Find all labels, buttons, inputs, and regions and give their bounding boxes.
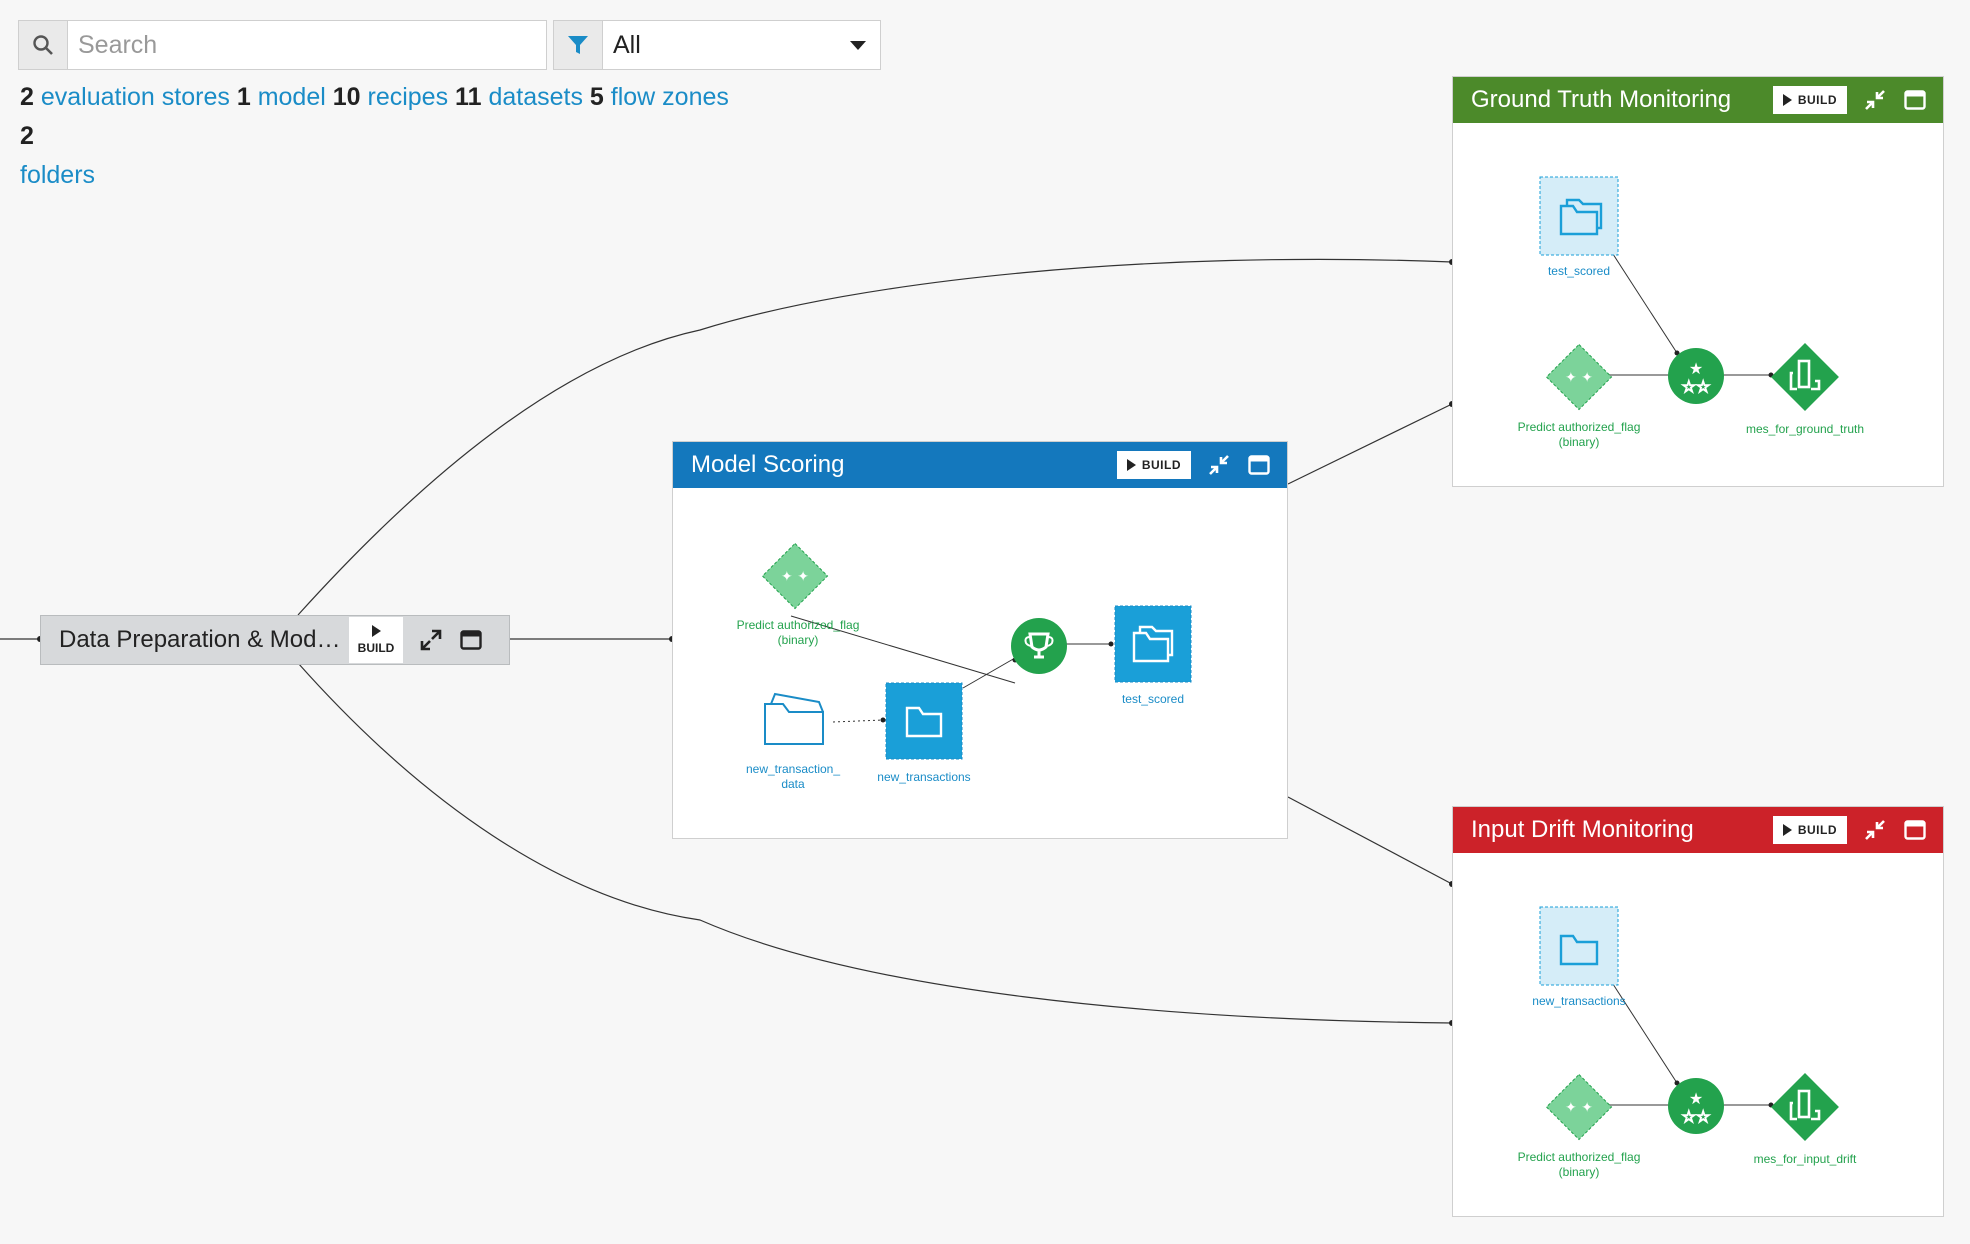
svg-text:★: ★ <box>1689 359 1703 378</box>
node-label: Predict authorized_flag (binary) <box>736 618 860 647</box>
folder-icon[interactable] <box>1539 176 1619 261</box>
search-box <box>18 20 547 70</box>
folders-link[interactable]: folders <box>20 161 95 189</box>
trophy-icon[interactable] <box>1010 617 1068 680</box>
build-button[interactable]: BUILD <box>1772 86 1847 114</box>
model-link[interactable]: model <box>258 83 326 111</box>
node-label: new_transactions <box>1532 994 1626 1008</box>
node-label: Predict authorized_flag (binary) <box>1517 420 1641 449</box>
zone-header: Model Scoring BUILD <box>673 442 1287 488</box>
toolbar: All <box>18 20 881 70</box>
node-label: mes_for_input_drift <box>1753 1152 1857 1166</box>
search-input[interactable] <box>68 30 546 60</box>
svg-text:✦ ✦: ✦ ✦ <box>1565 370 1593 386</box>
zone-ground-truth-monitoring[interactable]: Ground Truth Monitoring BUILD test_score… <box>1452 76 1944 487</box>
build-button[interactable]: BUILD <box>1116 451 1191 479</box>
collapse-icon[interactable] <box>1207 453 1231 477</box>
zone-title: Model Scoring <box>691 451 845 478</box>
zone-header: Ground Truth Monitoring BUILD <box>1453 77 1943 123</box>
filter-dropdown[interactable]: All <box>553 20 881 70</box>
build-button[interactable]: BUILD <box>349 617 403 663</box>
folders-count: 2 <box>20 122 34 150</box>
datasets-link[interactable]: datasets <box>488 83 583 111</box>
flow-zones-count: 5 <box>589 83 604 111</box>
collapse-icon[interactable] <box>1863 88 1887 112</box>
model-count: 1 <box>236 83 251 111</box>
svg-text:☆☆: ☆☆ <box>1682 377 1711 396</box>
search-icon <box>19 21 68 69</box>
folder-icon[interactable] <box>1114 605 1192 688</box>
filter-value: All <box>613 30 641 59</box>
evaluation-stores-link[interactable]: evaluation stores <box>41 83 230 111</box>
stars-icon[interactable]: ★ ☆☆ <box>1667 1077 1725 1140</box>
window-icon[interactable] <box>459 628 483 652</box>
build-label: BUILD <box>357 641 395 655</box>
chevron-down-icon[interactable] <box>850 40 866 50</box>
svg-text:★: ★ <box>1689 1089 1703 1108</box>
folder-icon[interactable] <box>761 692 827 753</box>
zone-model-scoring[interactable]: Model Scoring BUILD ✦ ✦ Predict authoriz… <box>672 441 1288 839</box>
node-label: new_transactions <box>877 770 971 784</box>
zone-header: Input Drift Monitoring BUILD <box>1453 807 1943 853</box>
node-label: mes_for_ground_truth <box>1745 422 1865 436</box>
expand-icon[interactable] <box>419 628 443 652</box>
zone-data-preparation[interactable]: Data Preparation & Model Training BUILD <box>40 615 510 665</box>
build-label: BUILD <box>1141 458 1181 472</box>
window-icon[interactable] <box>1247 453 1271 477</box>
zone-title: Ground Truth Monitoring <box>1471 86 1732 113</box>
model-icon[interactable]: ✦ ✦ <box>1539 1067 1619 1152</box>
collapse-icon[interactable] <box>1863 818 1887 842</box>
play-icon <box>371 625 381 637</box>
play-icon <box>1782 94 1792 106</box>
build-label: BUILD <box>1797 823 1837 837</box>
node-label: Predict authorized_flag (binary) <box>1517 1150 1641 1179</box>
node-label: new_transaction_ data <box>745 762 841 791</box>
stars-icon[interactable]: ★ ☆☆ <box>1667 347 1725 410</box>
play-icon <box>1782 824 1792 836</box>
play-icon <box>1126 459 1136 471</box>
flow-zones-link[interactable]: flow zones <box>611 83 729 111</box>
node-label: test_scored <box>1547 264 1611 278</box>
window-icon[interactable] <box>1903 88 1927 112</box>
flow-canvas[interactable]: All 2 evaluation stores 1 model 10 recip… <box>0 0 1970 1244</box>
svg-text:✦ ✦: ✦ ✦ <box>781 569 809 585</box>
svg-text:☆☆: ☆☆ <box>1682 1107 1711 1126</box>
evaluation-stores-count: 2 <box>20 83 34 111</box>
folder-icon[interactable] <box>1539 906 1619 991</box>
evaluation-store-icon[interactable] <box>1763 335 1847 424</box>
zone-title: Input Drift Monitoring <box>1471 816 1694 843</box>
window-icon[interactable] <box>1903 818 1927 842</box>
build-label: BUILD <box>1797 93 1837 107</box>
zone-input-drift-monitoring[interactable]: Input Drift Monitoring BUILD new_transac… <box>1452 806 1944 1217</box>
zone-title: Data Preparation & Model Training <box>59 626 349 653</box>
build-button[interactable]: BUILD <box>1772 816 1847 844</box>
node-label: test_scored <box>1121 692 1185 706</box>
filter-icon[interactable] <box>554 21 603 69</box>
evaluation-store-icon[interactable] <box>1763 1065 1847 1154</box>
recipes-count: 10 <box>332 83 361 111</box>
model-icon[interactable]: ✦ ✦ <box>1539 337 1619 422</box>
flow-summary: 2 evaluation stores 1 model 10 recipes 1… <box>20 78 740 195</box>
svg-text:✦ ✦: ✦ ✦ <box>1565 1100 1593 1116</box>
folder-icon[interactable] <box>885 682 963 765</box>
model-icon[interactable]: ✦ ✦ <box>756 537 834 620</box>
datasets-count: 11 <box>455 83 482 111</box>
recipes-link[interactable]: recipes <box>368 83 449 111</box>
